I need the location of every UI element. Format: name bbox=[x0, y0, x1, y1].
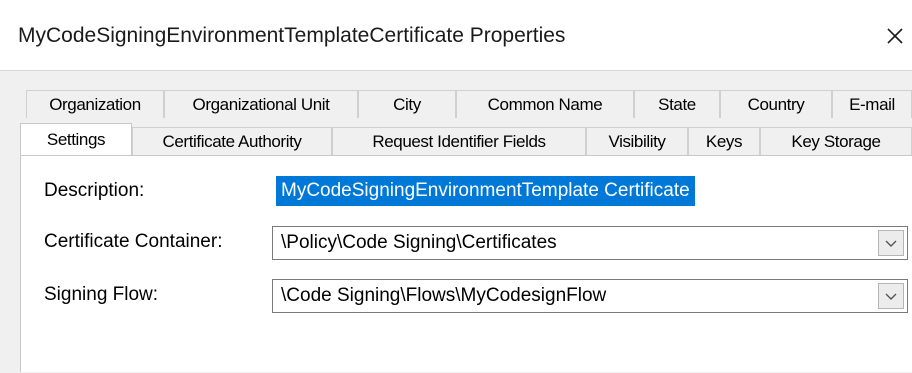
tab-keys[interactable]: Keys bbox=[688, 127, 760, 155]
signing-flow-value: \Code Signing\Flows\MyCodesignFlow bbox=[281, 285, 607, 306]
tab-common-name[interactable]: Common Name bbox=[456, 90, 634, 118]
title-bar: MyCodeSigningEnvironmentTemplateCertific… bbox=[0, 0, 912, 70]
signing-flow-dropdown-button[interactable] bbox=[878, 283, 904, 309]
certificate-container-select[interactable]: \Policy\Code Signing\Certificates bbox=[272, 226, 908, 260]
close-icon bbox=[887, 28, 903, 44]
chevron-down-icon bbox=[885, 240, 897, 247]
description-value: MyCodeSigningEnvironmentTemplate Certifi… bbox=[276, 176, 695, 206]
tab-city[interactable]: City bbox=[358, 90, 456, 118]
description-input[interactable]: MyCodeSigningEnvironmentTemplate Certifi… bbox=[276, 173, 912, 209]
tab-organization[interactable]: Organization bbox=[26, 90, 164, 118]
tab-country[interactable]: Country bbox=[720, 90, 832, 118]
signing-flow-label: Signing Flow: bbox=[44, 284, 159, 305]
tab-state[interactable]: State bbox=[634, 90, 720, 118]
certificate-container-value: \Policy\Code Signing\Certificates bbox=[281, 232, 557, 253]
certificate-container-dropdown-button[interactable] bbox=[878, 230, 904, 256]
tab-organizational-unit[interactable]: Organizational Unit bbox=[164, 90, 358, 118]
chevron-down-icon bbox=[885, 293, 897, 300]
tab-request-identifier-fields[interactable]: Request Identifier Fields bbox=[332, 127, 586, 155]
signing-flow-select[interactable]: \Code Signing\Flows\MyCodesignFlow bbox=[272, 279, 908, 313]
window-title: MyCodeSigningEnvironmentTemplateCertific… bbox=[18, 24, 566, 47]
close-button[interactable] bbox=[878, 18, 912, 54]
tab-key-storage[interactable]: Key Storage bbox=[760, 127, 912, 155]
tab-email[interactable]: E-mail bbox=[832, 90, 912, 118]
certificate-container-label: Certificate Container: bbox=[44, 231, 223, 252]
tab-settings[interactable]: Settings bbox=[20, 123, 132, 155]
tab-visibility[interactable]: Visibility bbox=[586, 127, 688, 155]
tab-certificate-authority[interactable]: Certificate Authority bbox=[132, 127, 332, 155]
description-label: Description: bbox=[44, 180, 145, 201]
